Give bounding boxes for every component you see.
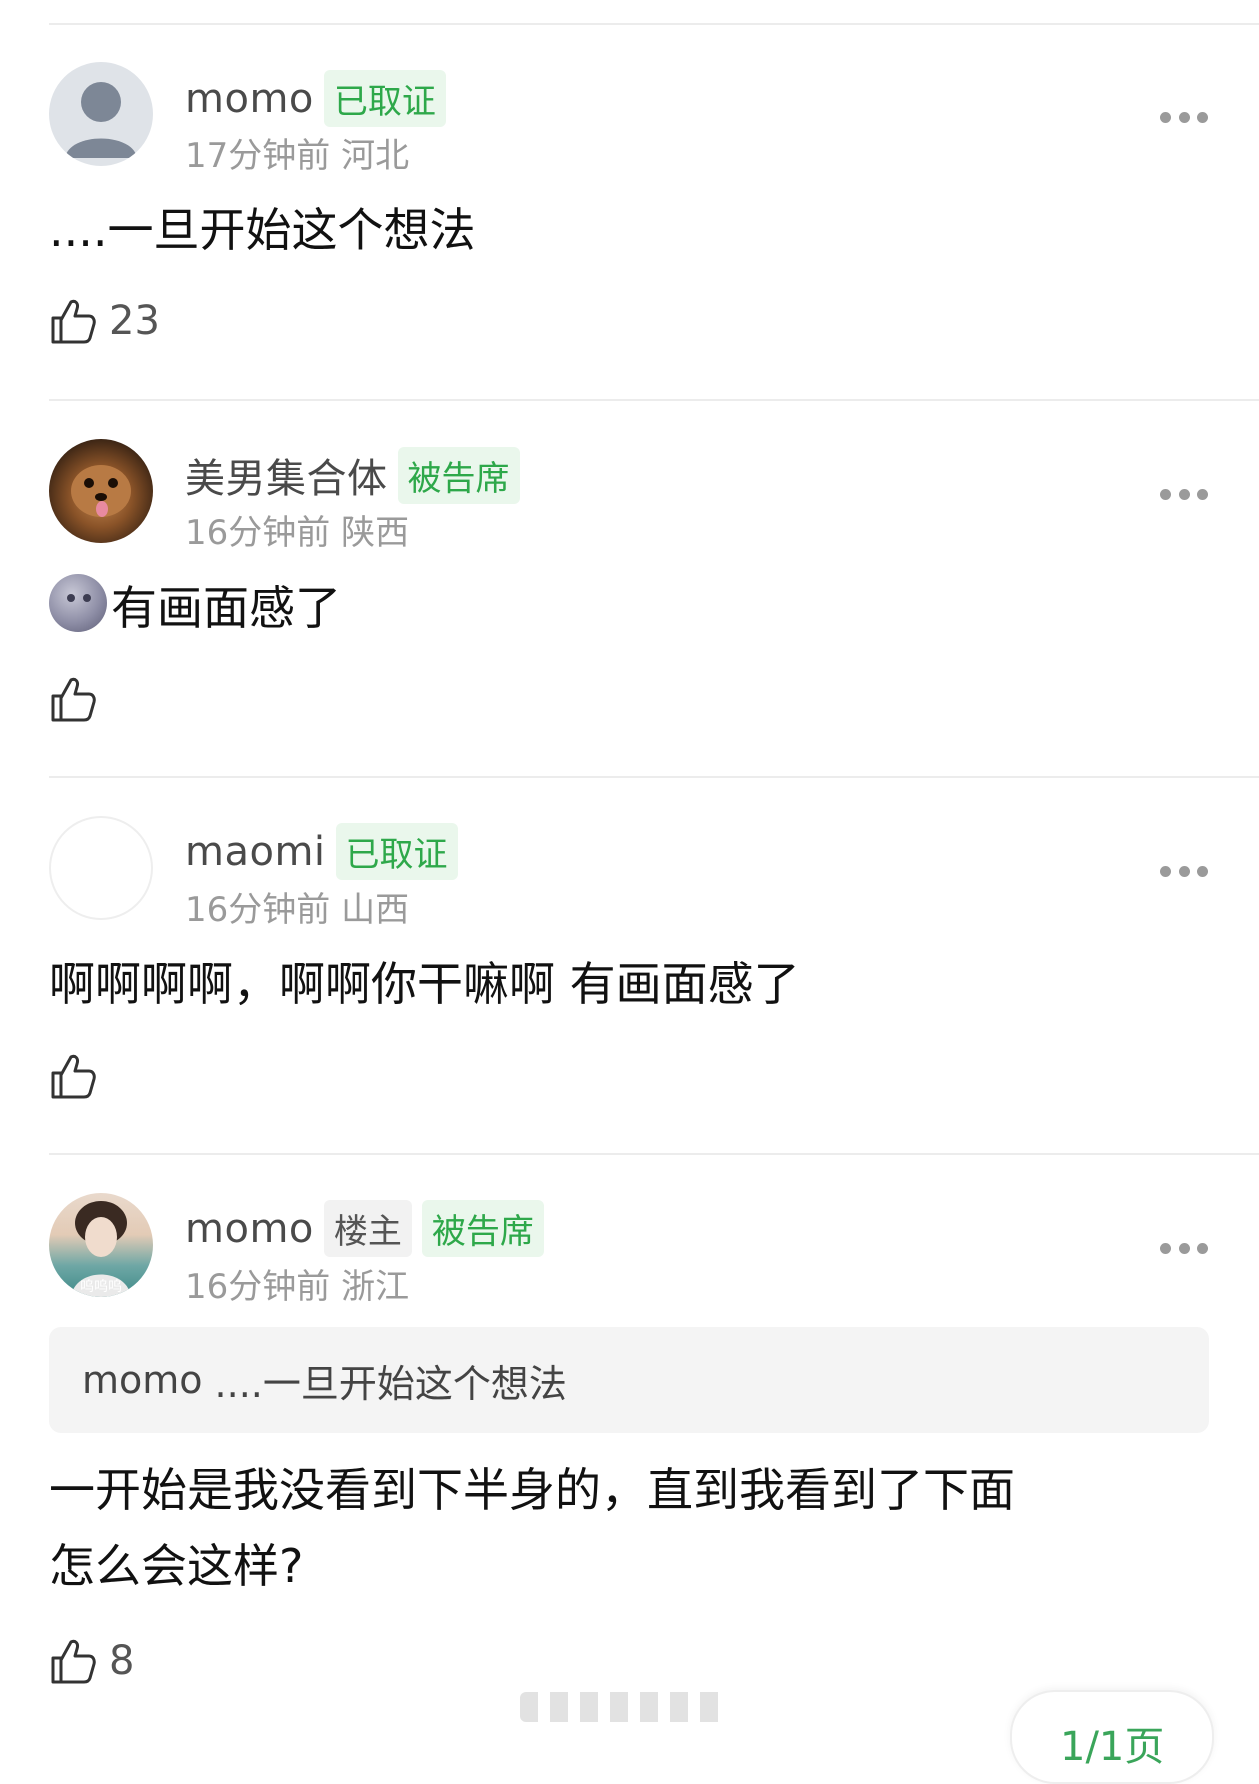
more-dots-icon[interactable] [1160, 110, 1208, 124]
quote-user: momo [82, 1358, 203, 1402]
comment-meta: 16分钟前 陕西 [185, 505, 409, 554]
avatar[interactable] [49, 816, 153, 920]
like-button[interactable] [49, 1051, 109, 1101]
comment-location: 陕西 [341, 513, 410, 553]
pagination-label: 1/1页 [1060, 1724, 1165, 1770]
user-name[interactable]: maomi [185, 829, 326, 875]
comment-location: 河北 [341, 136, 410, 176]
more-dots-icon[interactable] [1160, 864, 1208, 878]
avatar-caption: 呜呜呜 [80, 1279, 122, 1295]
comment-time: 16分钟前 [185, 513, 331, 553]
comment-time: 17分钟前 [185, 136, 331, 176]
dog-avatar-image [71, 465, 131, 517]
comment-meta: 17分钟前 河北 [185, 128, 409, 177]
avatar[interactable] [49, 439, 153, 543]
comment-divider [49, 1153, 1259, 1155]
user-name[interactable]: momo [185, 1206, 314, 1252]
badge-evidence: 已取证 [335, 823, 458, 880]
thumbs-up-icon [51, 677, 96, 722]
badge-evidence: 已取证 [323, 70, 446, 127]
watermark-bar [520, 1692, 730, 1722]
comment-text-line: 怎么会这样? [49, 1539, 304, 1593]
moon-face-emoji-icon [49, 574, 107, 632]
pagination-button[interactable]: 1/1页 [1010, 1690, 1214, 1784]
badge-defendant: 被告席 [421, 1200, 544, 1257]
more-dots-icon[interactable] [1160, 487, 1208, 501]
name-row: 美男集合体 被告席 [185, 446, 520, 504]
comment-text: ....一旦开始这个想法 [49, 203, 476, 257]
comment-text: 有画面感了 [49, 570, 1199, 646]
comment-text: 一开始是我没看到下半身的，直到我看到了下面 怎么会这样? [49, 1452, 1199, 1604]
avatar[interactable]: 呜呜呜 [49, 1193, 153, 1297]
name-row: momo 楼主 被告席 [185, 1200, 544, 1257]
quoted-reply[interactable]: momo ....一旦开始这个想法 [49, 1327, 1209, 1433]
thumbs-up-icon [51, 1639, 96, 1684]
like-button[interactable] [49, 674, 109, 724]
comment-location: 山西 [341, 890, 410, 930]
more-dots-icon[interactable] [1160, 1241, 1208, 1255]
comment-divider [49, 776, 1259, 778]
comment-location: 浙江 [341, 1267, 410, 1307]
like-button[interactable]: 8 [49, 1636, 134, 1686]
comment-meta: 16分钟前 浙江 [185, 1259, 409, 1308]
like-count: 8 [109, 1638, 135, 1684]
user-name[interactable]: momo [185, 76, 314, 122]
comment-text: 啊啊啊啊，啊啊你干嘛啊 有画面感了 [49, 957, 800, 1011]
comment-divider [49, 399, 1259, 401]
default-avatar-icon [65, 82, 137, 158]
badge-defendant: 被告席 [397, 446, 520, 504]
comment-time: 16分钟前 [185, 890, 331, 930]
thumbs-up-icon [51, 1054, 96, 1099]
name-row: maomi 已取证 [185, 823, 458, 880]
comment-time: 16分钟前 [185, 1267, 331, 1307]
like-button[interactable]: 23 [49, 296, 160, 346]
thumbs-up-icon [51, 299, 96, 344]
person-avatar-image: 呜呜呜 [71, 1201, 131, 1297]
comment-text-body: 有画面感了 [111, 581, 341, 635]
avatar[interactable] [49, 62, 153, 166]
quote-text: ....一旦开始这个想法 [214, 1361, 567, 1406]
comment-text-line: 一开始是我没看到下半身的，直到我看到了下面 [49, 1463, 1015, 1517]
user-name[interactable]: 美男集合体 [185, 446, 388, 504]
name-row: momo 已取证 [185, 70, 446, 127]
comment-meta: 16分钟前 山西 [185, 882, 409, 931]
like-count: 23 [109, 298, 160, 344]
top-divider [49, 23, 1259, 25]
badge-op: 楼主 [323, 1200, 412, 1257]
